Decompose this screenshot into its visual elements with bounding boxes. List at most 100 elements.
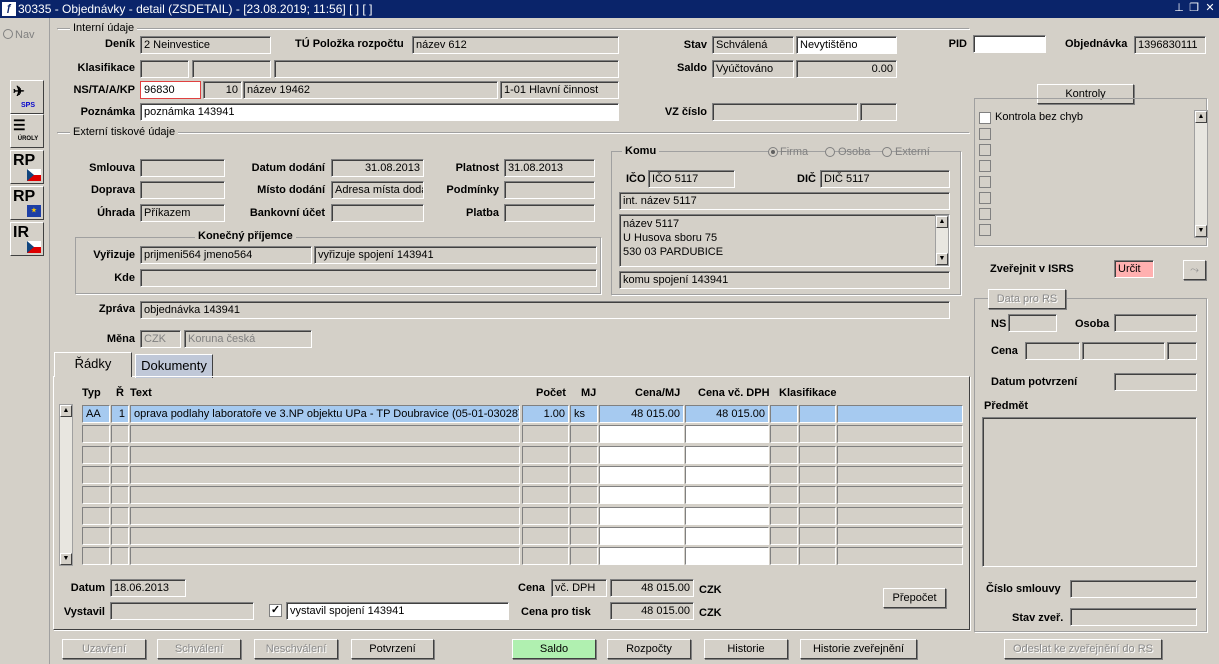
cell-mj[interactable] (570, 425, 598, 444)
odeslat-rs-button[interactable]: Odeslat ke zveřejnění do RS (1004, 639, 1162, 659)
podminky-field[interactable] (504, 181, 595, 199)
checkbox-icon[interactable] (979, 160, 991, 172)
cell-cena_dph[interactable] (685, 526, 769, 545)
cell-k1[interactable] (770, 547, 798, 566)
poznamka-field[interactable]: poznámka 143941 (140, 103, 619, 121)
cell-typ[interactable] (82, 526, 110, 545)
tu-field[interactable]: název 612 (412, 36, 619, 54)
cell-pocet[interactable] (522, 465, 569, 484)
kde-field[interactable] (140, 269, 597, 287)
rs-datum-field[interactable] (1114, 373, 1197, 391)
cell-k1[interactable] (770, 425, 798, 444)
kp-field[interactable]: 1-01 Hlavní činnost (500, 81, 619, 99)
datum-field[interactable]: 18.06.2013 (110, 579, 186, 597)
cell-k3[interactable] (837, 465, 963, 484)
cell-r[interactable] (111, 465, 129, 484)
cena-typ-field[interactable]: vč. DPH (551, 579, 607, 597)
cell-cena_dph[interactable] (685, 547, 769, 566)
cell-k2[interactable] (799, 445, 836, 464)
stav-tisk-field[interactable]: Nevytištěno (796, 36, 897, 54)
rozpocty-button[interactable]: Rozpočty (607, 639, 691, 659)
cell-cena_dph[interactable] (685, 506, 769, 525)
checkbox-icon[interactable] (979, 176, 991, 188)
cell-r[interactable] (111, 506, 129, 525)
checkbox-icon[interactable] (979, 112, 991, 124)
doprava-field[interactable] (140, 181, 225, 199)
nav-radio[interactable] (3, 29, 13, 39)
komu-spojeni-field[interactable]: komu spojení 143941 (619, 271, 950, 289)
neschvaleni-button[interactable]: Neschválení (254, 639, 338, 659)
cell-r[interactable] (111, 547, 129, 566)
cell-cena[interactable] (599, 425, 684, 444)
radio-firma[interactable] (768, 147, 778, 157)
cell-pocet[interactable] (522, 445, 569, 464)
pid-field[interactable] (973, 35, 1046, 53)
objednavka-field[interactable]: 1396830111 (1134, 36, 1206, 54)
cell-pocet[interactable]: 1.00 (522, 405, 569, 423)
cell-typ[interactable] (82, 465, 110, 484)
close-icon[interactable]: ✕ (1203, 2, 1217, 15)
cena-tisk-field[interactable]: 48 015.00 (610, 602, 694, 620)
platba-field[interactable] (504, 204, 595, 222)
cell-k1[interactable] (770, 405, 798, 423)
vz-field-2[interactable] (860, 103, 897, 121)
mena-nazev-field[interactable]: Koruna česká (184, 330, 312, 348)
cell-r[interactable] (111, 445, 129, 464)
cell-text[interactable] (130, 506, 520, 525)
rs-title-button[interactable]: Data pro RS (988, 289, 1066, 309)
cell-k3[interactable] (837, 506, 963, 525)
cell-cena_dph[interactable] (685, 486, 769, 505)
cell-pocet[interactable] (522, 526, 569, 545)
cell-mj[interactable] (570, 486, 598, 505)
rs-ns-field[interactable] (1008, 314, 1057, 332)
adresa-scrollbar[interactable]: ▲ ▼ (935, 215, 949, 266)
rs-predmet-field[interactable] (982, 417, 1197, 567)
rs-cena-field-3[interactable] (1167, 342, 1197, 360)
cell-k3[interactable] (837, 526, 963, 545)
cell-k2[interactable] (799, 425, 836, 444)
isrs-field[interactable]: Určit (1114, 260, 1154, 278)
vyrizuje-field[interactable]: prijmeni564 jmeno564 (140, 246, 312, 264)
cell-r[interactable]: 1 (111, 405, 129, 423)
scroll-down-icon[interactable]: ▼ (60, 553, 72, 565)
uhrada-field[interactable]: Příkazem (140, 204, 225, 222)
cell-k3[interactable] (837, 445, 963, 464)
cell-text[interactable] (130, 547, 520, 566)
cell-text[interactable] (130, 526, 520, 545)
dic-field[interactable]: DIČ 5117 (820, 170, 950, 188)
vystavil-field[interactable] (110, 602, 254, 620)
cell-r[interactable] (111, 526, 129, 545)
cell-text[interactable] (130, 425, 520, 444)
cell-k1[interactable] (770, 465, 798, 484)
historie-button[interactable]: Historie (704, 639, 788, 659)
cell-text[interactable]: oprava podlahy laboratoře ve 3.NP objekt… (130, 405, 520, 423)
checkbox-icon[interactable] (979, 208, 991, 220)
cell-r[interactable] (111, 425, 129, 444)
cell-pocet[interactable] (522, 547, 569, 566)
cell-cena_dph[interactable] (685, 465, 769, 484)
historie-zverejneni-button[interactable]: Historie zveřejnění (800, 639, 917, 659)
cell-cena_dph[interactable]: 48 015.00 (685, 405, 769, 423)
uzavreni-button[interactable]: Uzavření (62, 639, 146, 659)
cell-r[interactable] (111, 486, 129, 505)
potvrzeni-button[interactable]: Potvrzení (351, 639, 434, 659)
denik-field[interactable]: 2 Neinvestice (140, 36, 271, 54)
restore-icon[interactable]: ❐ (1187, 2, 1201, 15)
radio-externi[interactable] (882, 147, 892, 157)
cell-cena[interactable] (599, 465, 684, 484)
cell-typ[interactable] (82, 506, 110, 525)
cell-k2[interactable] (799, 486, 836, 505)
scroll-up-icon[interactable]: ▲ (1195, 111, 1207, 123)
checkbox-icon[interactable] (979, 192, 991, 204)
scroll-up-icon[interactable]: ▲ (60, 405, 72, 417)
cell-mj[interactable] (570, 506, 598, 525)
cell-typ[interactable] (82, 425, 110, 444)
cell-k1[interactable] (770, 526, 798, 545)
scroll-down-icon[interactable]: ▼ (936, 253, 948, 265)
saldo-value-field[interactable]: 0.00 (796, 60, 897, 78)
misto-dodani-field[interactable]: Adresa místa dodá (331, 181, 424, 199)
rs-cislo-field[interactable] (1070, 580, 1197, 598)
rs-osoba-field[interactable] (1114, 314, 1197, 332)
nav-uroly-button[interactable]: ☰ ÚROLY (10, 114, 44, 148)
klasifikace-field-3[interactable] (274, 60, 619, 78)
